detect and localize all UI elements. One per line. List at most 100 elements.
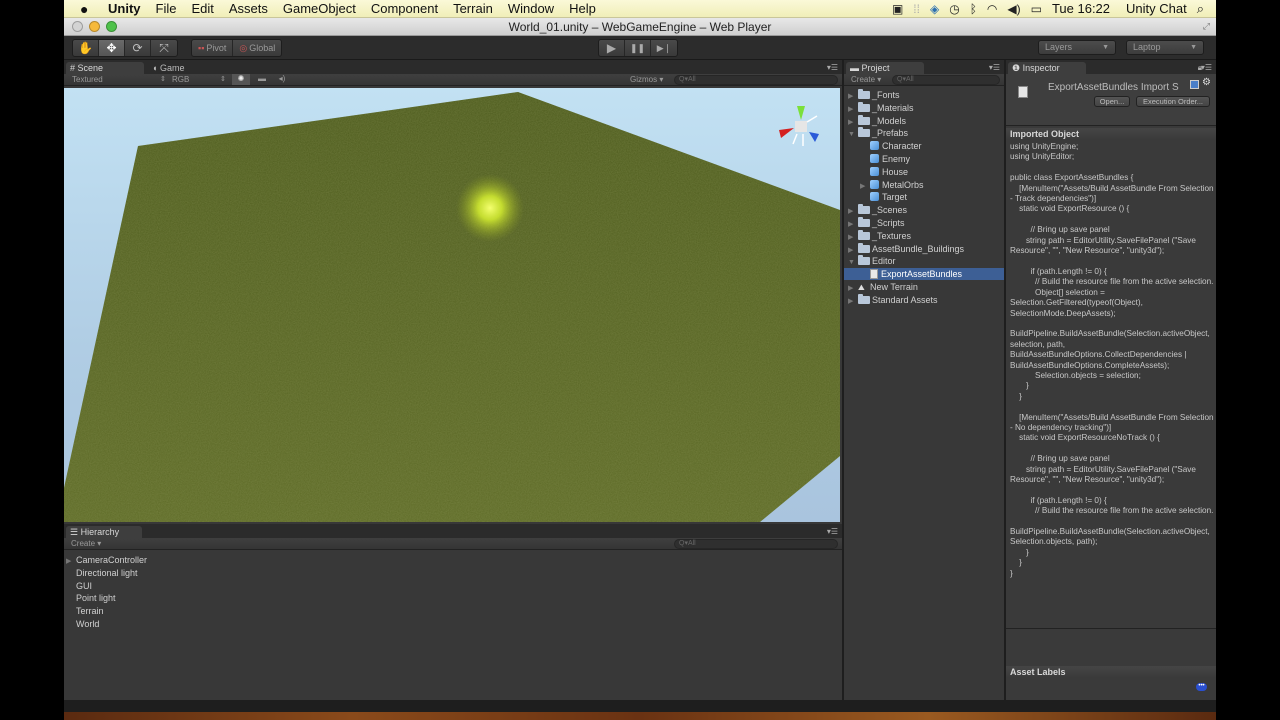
prefab-cube-icon — [870, 192, 879, 202]
project-item[interactable]: ▼ Editor — [844, 255, 1004, 267]
activity-icon[interactable]: ⁞⁞ — [913, 2, 920, 16]
step-button[interactable]: ▶❘ — [651, 40, 677, 56]
panel-menu-icon[interactable]: ▾☰ — [1201, 63, 1212, 72]
project-create-button[interactable]: Create ▾ — [851, 75, 881, 84]
sun-icon[interactable]: ✺ — [232, 74, 250, 85]
panel-menu-icon[interactable]: ▾☰ — [989, 63, 1000, 72]
tab-hierarchy[interactable]: ☰ Hierarchy — [66, 526, 142, 538]
inspector-tabbar: ❶ Inspector 🔒︎ ▾☰ — [1006, 60, 1216, 74]
tab-inspector[interactable]: ❶ Inspector — [1008, 62, 1086, 74]
global-toggle[interactable]: ◎ Global — [233, 40, 281, 56]
panel-menu-icon[interactable]: ▾☰ — [827, 63, 838, 72]
project-item[interactable]: ▶ _Materials — [844, 101, 1004, 114]
gizmo-center-cube[interactable] — [795, 121, 807, 132]
wifi-icon[interactable]: ◠ — [987, 2, 997, 16]
apple-logo-icon[interactable]: ● — [80, 1, 100, 17]
menu-help[interactable]: Help — [569, 1, 596, 16]
pivot-toggle[interactable]: ▪▪ Pivot — [192, 40, 234, 56]
menu-terrain[interactable]: Terrain — [453, 1, 493, 16]
audio-icon[interactable]: ◂) — [274, 74, 290, 83]
project-item[interactable]: ▶ MetalOrbs — [844, 179, 1004, 191]
window-title: World_01.unity – WebGameEngine – Web Pla… — [508, 19, 772, 34]
play-button[interactable]: ▶ — [599, 40, 625, 56]
hierarchy-item[interactable]: World — [66, 618, 99, 630]
time-machine-icon[interactable]: ◷ — [949, 2, 959, 16]
tab-scene[interactable]: # Scene — [66, 62, 144, 74]
scene-orientation-gizmo[interactable] — [779, 106, 819, 146]
hierarchy-item[interactable]: GUI — [66, 580, 92, 592]
hierarchy-item[interactable]: Terrain — [66, 605, 104, 617]
gizmo-y-axis[interactable] — [797, 106, 805, 120]
menu-clock[interactable]: Tue 16:22 — [1052, 1, 1110, 16]
rotate-tool-button[interactable]: ⟳ — [125, 40, 151, 56]
project-item[interactable]: Character — [844, 140, 1004, 152]
hierarchy-item[interactable]: ▶ CameraController — [66, 554, 147, 566]
layers-dropdown[interactable]: Layers ▼ — [1038, 40, 1116, 55]
project-item-label: Character — [882, 141, 922, 152]
pivot-label: Pivot — [206, 43, 227, 53]
gear-icon[interactable]: ⚙ — [1202, 77, 1211, 88]
project-item[interactable]: ▶ Standard Assets — [844, 293, 1004, 308]
gizmo-x-axis[interactable] — [779, 128, 794, 138]
hierarchy-search-input[interactable]: Q▾All — [674, 539, 838, 549]
hand-tool-button[interactable]: ✋ — [73, 40, 99, 56]
open-button[interactable]: Open... — [1094, 96, 1130, 107]
scene-tabbar: # Scene ◖ Game ▾☰ — [64, 60, 842, 74]
user-switch-icon[interactable]: ◈ — [930, 2, 939, 16]
project-item[interactable]: ▶ _Fonts — [844, 89, 1004, 101]
menu-component[interactable]: Component — [371, 1, 438, 16]
move-tool-button[interactable]: ✥ — [99, 40, 125, 56]
project-item[interactable]: ▶ _Models — [844, 114, 1004, 127]
project-item[interactable]: Target — [844, 191, 1004, 203]
render-mode-dropdown[interactable]: Textured — [72, 75, 103, 84]
project-item[interactable]: ▶ ⛰ New Terrain — [844, 281, 1004, 293]
menu-user[interactable]: Unity Chat — [1126, 1, 1187, 16]
project-item[interactable]: ▶ _Textures — [844, 229, 1004, 242]
scale-tool-button[interactable]: ⤧ — [151, 40, 177, 56]
help-book-icon[interactable] — [1190, 80, 1199, 89]
project-item[interactable]: ▶ _Scripts — [844, 217, 1004, 229]
gizmo-z-axis[interactable] — [809, 132, 819, 142]
image-icon[interactable]: ▬ — [254, 74, 270, 83]
project-item[interactable]: ▶ AssetBundle_Buildings — [844, 242, 1004, 255]
menu-assets[interactable]: Assets — [229, 1, 268, 16]
scene-search-input[interactable]: Q▾All — [674, 75, 838, 85]
spotlight-search-icon[interactable]: ⌕ — [1197, 1, 1204, 17]
hierarchy-item[interactable]: Directional light — [66, 567, 138, 579]
volume-icon[interactable]: ◀) — [1007, 2, 1020, 16]
fullscreen-icon[interactable]: ⤢ — [1203, 21, 1210, 32]
hierarchy-create-button[interactable]: Create ▾ — [71, 539, 101, 548]
tab-game[interactable]: ◖ Game — [148, 62, 208, 74]
scene-viewport[interactable] — [64, 88, 840, 522]
project-item[interactable]: ExportAssetBundles — [844, 268, 1004, 281]
pause-button[interactable]: ❚❚ — [625, 40, 651, 56]
menu-edit[interactable]: Edit — [191, 1, 213, 16]
window-titlebar: World_01.unity – WebGameEngine – Web Pla… — [64, 18, 1216, 36]
folder-icon — [858, 101, 870, 112]
menu-window[interactable]: Window — [508, 1, 554, 16]
menu-file[interactable]: File — [156, 1, 177, 16]
expand-arrow-icon[interactable]: ▶ — [848, 296, 858, 308]
panel-menu-icon[interactable]: ▾☰ — [827, 527, 838, 536]
gizmos-dropdown[interactable]: Gizmos ▾ — [630, 75, 663, 84]
project-item[interactable]: Enemy — [844, 153, 1004, 165]
hand-icon: ✋ — [78, 41, 93, 55]
screen-record-icon[interactable]: ▣ — [892, 2, 903, 16]
project-item[interactable]: House — [844, 166, 1004, 178]
layout-dropdown[interactable]: Laptop ▼ — [1126, 40, 1204, 55]
project-item[interactable]: ▼ _Prefabs — [844, 127, 1004, 139]
battery-icon[interactable]: ▭ — [1031, 2, 1042, 16]
play-icon: ▶ — [606, 41, 617, 55]
project-search-input[interactable]: Q▾All — [892, 75, 1000, 85]
hierarchy-item[interactable]: Point light — [66, 592, 116, 604]
folder-icon — [858, 89, 870, 99]
color-mode-dropdown[interactable]: RGB — [172, 75, 189, 84]
menu-unity[interactable]: Unity — [108, 1, 141, 16]
tab-project[interactable]: ▬ Project — [846, 62, 924, 74]
bluetooth-icon[interactable]: ᛒ — [970, 2, 977, 16]
execution-order-button[interactable]: Execution Order... — [1136, 96, 1210, 107]
asset-labels-more-button[interactable]: ••• — [1196, 683, 1207, 691]
project-item[interactable]: ▶ _Scenes — [844, 204, 1004, 216]
menu-gameobject[interactable]: GameObject — [283, 1, 356, 16]
tab-inspector-label: Inspector — [1022, 63, 1060, 73]
